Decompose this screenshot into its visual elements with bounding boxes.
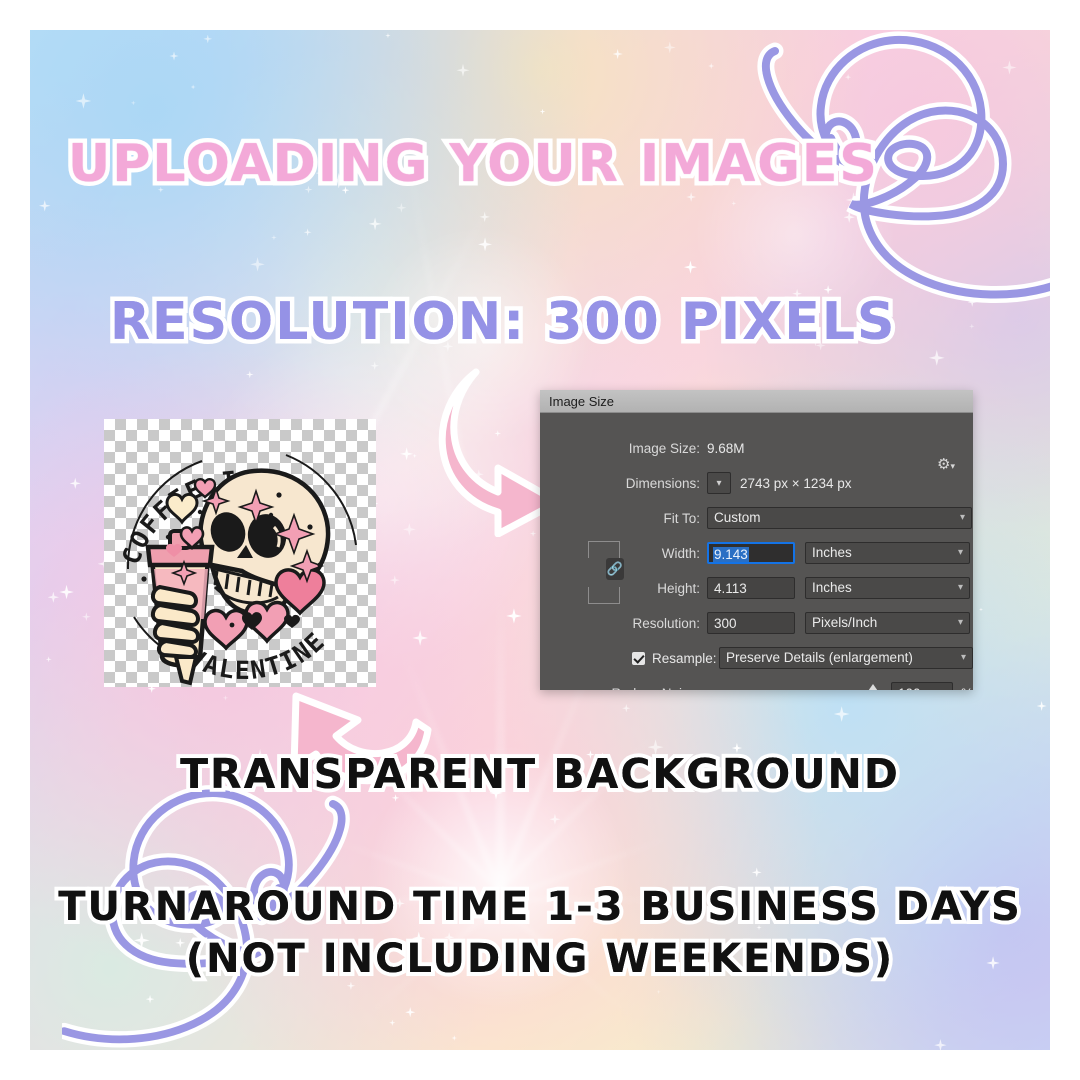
dimensions-value: 2743 px × 1234 px bbox=[740, 475, 852, 491]
resample-label: Resample: bbox=[652, 650, 717, 666]
chevron-down-icon: ▾ bbox=[957, 547, 963, 558]
chevron-down-icon: ▾ bbox=[957, 582, 963, 593]
link-chain-icon[interactable]: 🔗 bbox=[606, 558, 624, 580]
fit-to-row: Fit To: Custom ▾ bbox=[540, 505, 973, 531]
image-size-dialog[interactable]: Image Size ⚙▾ Image Size: 9.68M Dimensio… bbox=[540, 390, 973, 690]
gear-icon[interactable]: ⚙▾ bbox=[937, 455, 955, 473]
resample-select[interactable]: Preserve Details (enlargement) ▾ bbox=[719, 647, 973, 669]
resolution-label: Resolution: bbox=[632, 615, 700, 631]
width-unit-select[interactable]: Inches ▾ bbox=[805, 542, 970, 564]
dialog-title: Image Size bbox=[549, 393, 615, 409]
image-size-row: Image Size: 9.68M bbox=[540, 435, 973, 461]
resample-row: Resample: Preserve Details (enlargement)… bbox=[540, 645, 973, 671]
checkbox-checked-icon[interactable] bbox=[632, 651, 645, 665]
width-input[interactable]: 9.143 bbox=[707, 542, 795, 564]
reduce-noise-unit: % bbox=[961, 686, 973, 691]
resolution-input[interactable]: 300 bbox=[707, 612, 795, 634]
resolution-unit-value: Pixels/Inch bbox=[812, 615, 878, 630]
chevron-down-icon[interactable]: ▾ bbox=[707, 472, 731, 494]
fit-to-select[interactable]: Custom ▾ bbox=[707, 507, 972, 529]
height-input[interactable]: 4.113 bbox=[707, 577, 795, 599]
height-unit-value: Inches bbox=[812, 580, 852, 595]
dialog-title-bar: Image Size bbox=[540, 390, 973, 413]
link-bracket-bottom bbox=[588, 587, 620, 604]
turnaround-note-line1: TURNAROUND TIME 1-3 BUSINESS DAYS bbox=[58, 884, 1022, 930]
width-value: 9.143 bbox=[713, 547, 749, 562]
height-label: Height: bbox=[657, 580, 700, 596]
link-bracket-top bbox=[588, 541, 620, 558]
turnaround-note-line2: (NOT INCLUDING WEEKENDS) bbox=[185, 936, 895, 982]
dialog-body: ⚙▾ Image Size: 9.68M Dimensions: ▾ 2743 … bbox=[540, 413, 973, 690]
resolution-row: Resolution: 300 Pixels/Inch ▾ bbox=[540, 610, 973, 636]
chevron-down-icon: ▾ bbox=[957, 617, 963, 628]
image-size-label: Image Size: bbox=[628, 440, 700, 456]
image-size-value: 9.68M bbox=[707, 440, 745, 456]
page-title: UPLOADING YOUR IMAGES bbox=[68, 134, 879, 194]
chevron-down-icon: ▾ bbox=[959, 512, 965, 523]
dimensions-label: Dimensions: bbox=[625, 475, 700, 491]
dimensions-row: Dimensions: ▾ 2743 px × 1234 px bbox=[540, 470, 973, 496]
reduce-noise-input[interactable]: 100 bbox=[890, 682, 953, 690]
resolution-heading: RESOLUTION: 300 PIXELS bbox=[110, 292, 897, 352]
poster-canvas: UPLOADING YOUR IMAGES UPLOADING YOUR IMA… bbox=[0, 0, 1080, 1080]
width-label: Width: bbox=[661, 545, 700, 561]
resample-value: Preserve Details (enlargement) bbox=[726, 650, 913, 665]
height-unit-select[interactable]: Inches ▾ bbox=[805, 577, 970, 599]
transparent-note: TRANSPARENT BACKGROUND bbox=[180, 750, 900, 798]
width-unit-value: Inches bbox=[812, 545, 852, 560]
reduce-noise-row: Reduce Noise: 100 % bbox=[540, 680, 973, 690]
chevron-down-icon: ▾ bbox=[960, 652, 966, 663]
reduce-noise-label: Reduce Noise: bbox=[540, 686, 707, 691]
fit-to-value: Custom bbox=[714, 510, 761, 525]
fit-to-label: Fit To: bbox=[663, 510, 700, 526]
resolution-unit-select[interactable]: Pixels/Inch ▾ bbox=[805, 612, 970, 634]
